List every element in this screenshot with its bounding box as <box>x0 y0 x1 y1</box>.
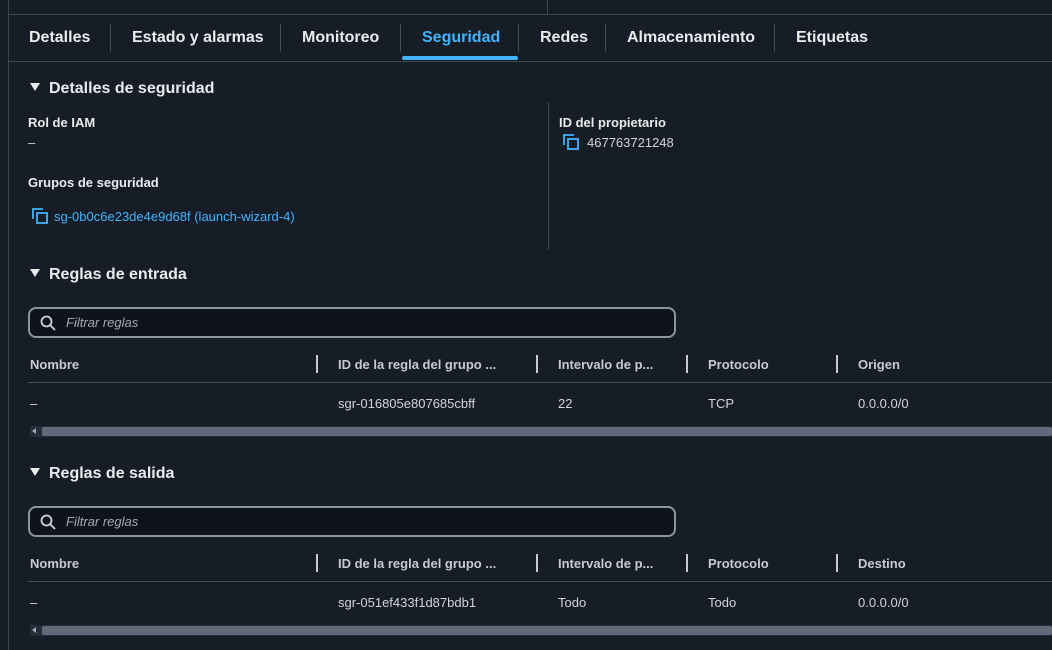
outbound-filter[interactable] <box>28 506 676 537</box>
column-header-destination[interactable]: Destino <box>858 556 906 571</box>
table-header-divider <box>28 382 1052 383</box>
cell-protocol: TCP <box>708 396 734 411</box>
column-resizer[interactable] <box>686 355 688 373</box>
inbound-rules-title: Reglas de entrada <box>49 266 187 283</box>
tab-divider <box>280 24 281 52</box>
scroll-left-arrow-icon[interactable] <box>32 627 36 633</box>
detail-tabs: Detalles Estado y alarmas Monitoreo Segu… <box>8 15 1052 62</box>
column-header-nombre[interactable]: Nombre <box>30 357 79 372</box>
iam-role-value: – <box>28 135 36 150</box>
cell-name: – <box>30 396 38 411</box>
cell-protocol: Todo <box>708 595 737 610</box>
column-header-port-range[interactable]: Intervalo de p... <box>558 556 653 571</box>
column-resizer[interactable] <box>316 355 318 373</box>
owner-id-label: ID del propietario <box>559 115 666 130</box>
active-tab-indicator <box>402 56 518 60</box>
column-divider <box>548 102 549 250</box>
cell-port-range: Todo <box>558 595 587 610</box>
outbound-rules-title: Reglas de salida <box>49 465 175 482</box>
top-header-strip <box>8 0 1052 15</box>
search-icon <box>40 315 56 336</box>
scroll-left-arrow-icon[interactable] <box>32 428 36 434</box>
tab-monitoreo[interactable]: Monitoreo <box>302 15 379 62</box>
column-resizer[interactable] <box>536 554 538 572</box>
column-header-rule-id[interactable]: ID de la regla del grupo ... <box>338 357 496 372</box>
horizontal-scrollbar[interactable] <box>30 625 1052 636</box>
column-resizer[interactable] <box>536 355 538 373</box>
column-header-protocol[interactable]: Protocolo <box>708 556 769 571</box>
tab-divider <box>774 24 775 52</box>
security-group-link[interactable]: sg-0b0c6e23de4e9d68f (launch-wizard-4) <box>54 209 295 224</box>
tab-divider <box>518 24 519 52</box>
column-resizer[interactable] <box>686 554 688 572</box>
tab-almacenamiento[interactable]: Almacenamiento <box>627 15 755 62</box>
caret-down-icon <box>30 468 40 476</box>
column-header-port-range[interactable]: Intervalo de p... <box>558 357 653 372</box>
iam-role-label: Rol de IAM <box>28 115 96 130</box>
search-icon <box>40 514 56 535</box>
scrollbar-thumb[interactable] <box>42 626 1052 635</box>
cell-destination: 0.0.0.0/0 <box>858 595 909 610</box>
column-resizer[interactable] <box>836 554 838 572</box>
caret-down-icon <box>30 269 40 277</box>
copy-icon[interactable] <box>32 208 48 224</box>
security-details-title: Detalles de seguridad <box>49 80 215 97</box>
inbound-filter[interactable] <box>28 307 676 338</box>
column-header-protocol[interactable]: Protocolo <box>708 357 769 372</box>
tab-detalles[interactable]: Detalles <box>29 15 90 62</box>
tab-divider <box>400 24 401 52</box>
column-header-nombre[interactable]: Nombre <box>30 556 79 571</box>
column-resizer[interactable] <box>316 554 318 572</box>
security-details-header[interactable]: Detalles de seguridad <box>30 80 214 98</box>
cell-port-range: 22 <box>558 396 573 411</box>
column-header-rule-id[interactable]: ID de la regla del grupo ... <box>338 556 496 571</box>
inbound-filter-input[interactable] <box>66 313 646 332</box>
outbound-filter-input[interactable] <box>66 512 646 531</box>
inbound-rules-header[interactable]: Reglas de entrada <box>30 266 187 284</box>
owner-id-value: 467763721248 <box>587 135 674 150</box>
cell-source: 0.0.0.0/0 <box>858 396 909 411</box>
cell-rule-id: sgr-051ef433f1d87bdb1 <box>338 595 477 610</box>
cell-rule-id: sgr-016805e807685cbff <box>338 396 476 411</box>
tab-etiquetas[interactable]: Etiquetas <box>796 15 868 62</box>
security-groups-label: Grupos de seguridad <box>28 175 159 190</box>
cell-name: – <box>30 595 38 610</box>
tab-redes[interactable]: Redes <box>540 15 588 62</box>
scrollbar-thumb[interactable] <box>42 427 1052 436</box>
tab-divider <box>110 24 111 52</box>
tab-divider <box>605 24 606 52</box>
copy-icon[interactable] <box>563 134 579 150</box>
horizontal-scrollbar[interactable] <box>30 426 1052 437</box>
outbound-rules-header[interactable]: Reglas de salida <box>30 465 174 483</box>
table-header-divider <box>28 581 1052 582</box>
column-resizer[interactable] <box>836 355 838 373</box>
header-divider <box>547 0 548 14</box>
caret-down-icon <box>30 83 40 91</box>
tab-seguridad[interactable]: Seguridad <box>422 15 500 62</box>
tab-estado-y-alarmas[interactable]: Estado y alarmas <box>132 15 264 62</box>
column-header-source[interactable]: Origen <box>858 357 900 372</box>
